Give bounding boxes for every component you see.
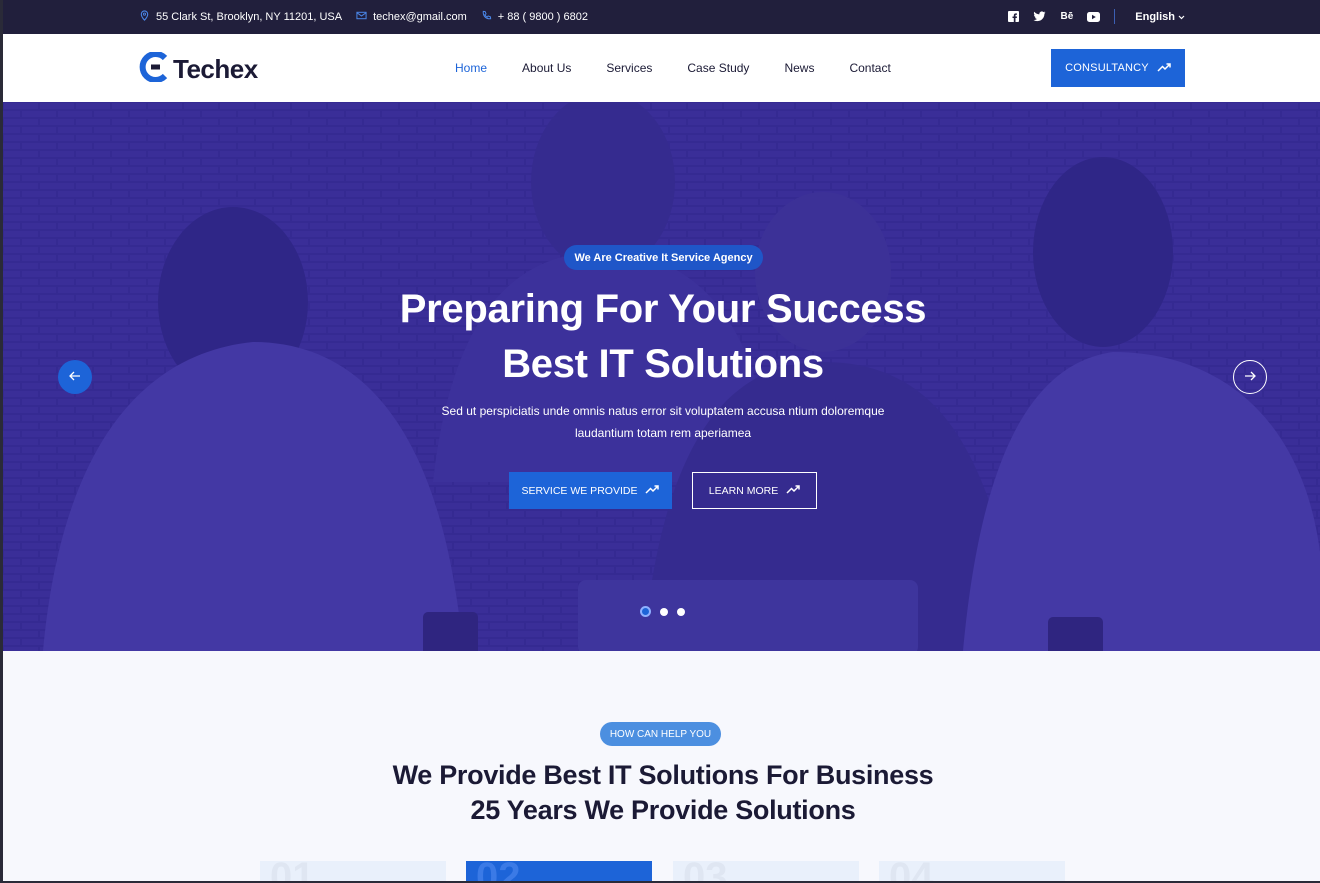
facebook-icon[interactable] bbox=[1008, 11, 1020, 22]
slider-dot-1[interactable] bbox=[640, 606, 651, 617]
chevron-down-icon bbox=[1178, 11, 1185, 23]
phone-item[interactable]: + 88 ( 9800 ) 6802 bbox=[481, 10, 588, 24]
section-badge: HOW CAN HELP YOU bbox=[600, 722, 721, 746]
slider-dot-3[interactable] bbox=[677, 607, 685, 616]
consultancy-button[interactable]: CONSULTANCY bbox=[1051, 49, 1185, 87]
hero-desc-line-2: laudantium totam rem aperiamea bbox=[574, 426, 752, 440]
language-label: English bbox=[1135, 10, 1175, 23]
phone-icon bbox=[481, 10, 492, 24]
social-links: Bē bbox=[1008, 9, 1116, 24]
email-link[interactable]: techex@gmail.com bbox=[373, 11, 467, 23]
hero-title: Preparing For Your Success Best IT Solut… bbox=[303, 282, 1023, 392]
services-intro-section: HOW CAN HELP YOU We Provide Best IT Solu… bbox=[3, 651, 1320, 881]
hero-badge: We Are Creative It Service Agency bbox=[564, 245, 763, 270]
nav-services[interactable]: Services bbox=[606, 61, 652, 75]
main-nav: Home About Us Services Case Study News C… bbox=[455, 61, 891, 75]
location-pin-icon bbox=[139, 10, 150, 24]
hero-title-line-1: Preparing For Your Success bbox=[399, 287, 927, 331]
page: 55 Clark St, Brooklyn, NY 11201, USA tec… bbox=[3, 0, 1320, 881]
consultancy-label: CONSULTANCY bbox=[1065, 62, 1149, 74]
trending-up-icon bbox=[645, 484, 660, 497]
service-button-label: SERVICE WE PROVIDE bbox=[521, 484, 638, 497]
logo-text: Techex bbox=[173, 54, 258, 84]
slider-next-button[interactable] bbox=[1233, 360, 1267, 394]
youtube-icon[interactable] bbox=[1087, 11, 1101, 22]
trending-up-icon bbox=[786, 484, 800, 497]
logo-mark-icon bbox=[139, 51, 171, 87]
learn-more-button[interactable]: LEARN MORE bbox=[692, 472, 817, 509]
hero-title-line-2: Best IT Solutions bbox=[502, 342, 824, 386]
service-card-number: 01 bbox=[270, 855, 315, 881]
service-card-number: 04 bbox=[889, 855, 934, 881]
nav-case-study[interactable]: Case Study bbox=[687, 61, 749, 75]
service-card-1[interactable]: 01 bbox=[260, 855, 446, 881]
main-header: Techex Home About Us Services Case Study… bbox=[3, 34, 1320, 102]
topbar-right: Bē English bbox=[1008, 9, 1185, 24]
mail-icon bbox=[356, 10, 367, 24]
top-bar: 55 Clark St, Brooklyn, NY 11201, USA tec… bbox=[3, 0, 1320, 34]
slider-prev-button[interactable] bbox=[58, 360, 92, 394]
service-card-number: 03 bbox=[683, 855, 728, 881]
service-card-2[interactable]: 02 bbox=[466, 855, 652, 881]
nav-contact[interactable]: Contact bbox=[849, 61, 890, 75]
arrow-left-icon bbox=[69, 368, 81, 386]
slider-dots bbox=[640, 606, 685, 617]
learn-more-label: LEARN MORE bbox=[708, 484, 779, 497]
section-title: We Provide Best IT Solutions For Busines… bbox=[333, 758, 993, 828]
nav-news[interactable]: News bbox=[784, 61, 814, 75]
hero-slider: We Are Creative It Service Agency Prepar… bbox=[3, 102, 1320, 651]
section-title-line-2: 25 Years We Provide Solutions bbox=[470, 795, 856, 825]
hero-desc-line-1: Sed ut perspiciatis unde omnis natus err… bbox=[441, 404, 885, 418]
slider-dot-2[interactable] bbox=[660, 607, 668, 616]
email-item[interactable]: techex@gmail.com bbox=[356, 10, 467, 24]
service-we-provide-button[interactable]: SERVICE WE PROVIDE bbox=[509, 472, 672, 509]
address-item: 55 Clark St, Brooklyn, NY 11201, USA bbox=[139, 10, 342, 24]
arrow-right-icon bbox=[1244, 368, 1256, 386]
nav-about-us[interactable]: About Us bbox=[522, 61, 571, 75]
hero-description: Sed ut perspiciatis unde omnis natus err… bbox=[403, 400, 923, 444]
section-title-line-1: We Provide Best IT Solutions For Busines… bbox=[392, 760, 934, 790]
service-card-number: 02 bbox=[476, 855, 521, 881]
twitter-icon[interactable] bbox=[1033, 11, 1046, 22]
contact-info: 55 Clark St, Brooklyn, NY 11201, USA tec… bbox=[139, 10, 588, 24]
nav-home[interactable]: Home bbox=[455, 61, 487, 75]
language-selector[interactable]: English bbox=[1115, 11, 1185, 23]
address-text: 55 Clark St, Brooklyn, NY 11201, USA bbox=[156, 11, 343, 23]
trending-up-icon bbox=[1157, 62, 1171, 75]
service-card-4[interactable]: 04 bbox=[879, 855, 1065, 881]
logo[interactable]: Techex bbox=[139, 51, 258, 87]
behance-icon[interactable]: Bē bbox=[1060, 11, 1073, 22]
service-card-3[interactable]: 03 bbox=[673, 855, 859, 881]
phone-link[interactable]: + 88 ( 9800 ) 6802 bbox=[498, 11, 588, 23]
